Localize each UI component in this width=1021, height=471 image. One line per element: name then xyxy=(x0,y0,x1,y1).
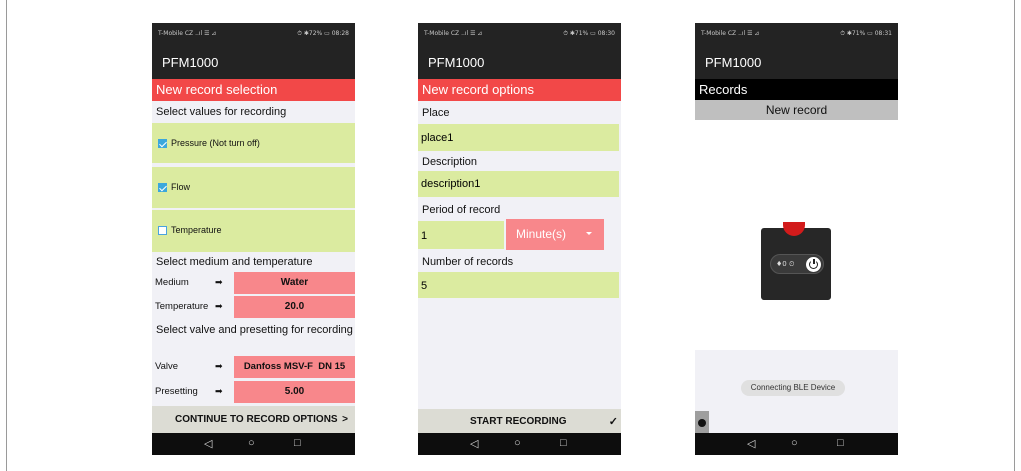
toast-area: Connecting BLE Device xyxy=(695,353,898,411)
status-bar: T-Mobile CZ ..ıl ☰ ⊿ ⏱ ✱71% ▭ 08:31 xyxy=(695,23,898,43)
arrow-right-icon: ➡ xyxy=(215,386,223,396)
screen-header: New record options xyxy=(418,79,621,101)
screen-header: Records xyxy=(695,79,898,100)
checkbox-pressure[interactable]: Pressure (Not turn off) xyxy=(152,123,355,165)
app-bar: PFM1000 xyxy=(695,43,898,79)
number-label: Number of records xyxy=(418,252,621,272)
chevron-right-icon: > xyxy=(342,414,348,425)
recents-icon[interactable]: □ xyxy=(560,437,567,449)
period-input[interactable]: 1 xyxy=(418,221,504,249)
temperature-label: Temperature xyxy=(155,301,209,312)
arrow-right-icon: ➡ xyxy=(215,361,223,371)
app-bar: PFM1000 xyxy=(152,43,355,79)
valve-value[interactable]: Danfoss MSV-F DN 15 xyxy=(234,356,355,378)
checkbox-flow[interactable]: Flow xyxy=(152,167,355,208)
phone-new-record-options: T-Mobile CZ ..ıl ☰ ⊿ ⏱ ✱71% ▭ 08:30 PFM1… xyxy=(418,23,621,455)
device-red-cap xyxy=(783,222,805,236)
medium-row: Medium ➡ Water xyxy=(152,272,355,294)
continue-label: CONTINUE TO RECORD OPTIONS xyxy=(175,414,338,425)
dropdown-arrow-icon xyxy=(586,232,592,235)
app-bar: PFM1000 xyxy=(418,43,621,79)
back-icon[interactable]: ◁ xyxy=(470,437,478,450)
presetting-value[interactable]: 5.00 xyxy=(234,381,355,403)
back-icon[interactable]: ◁ xyxy=(747,437,755,450)
checkbox-unchecked-icon[interactable] xyxy=(158,226,167,236)
power-icon xyxy=(806,257,821,272)
device-indicator-text: ♦0 ⏲ xyxy=(776,260,795,268)
device-button-panel: ♦0 ⏲ xyxy=(770,254,824,274)
description-input[interactable]: description1 xyxy=(418,171,619,197)
bottom-strip xyxy=(695,411,898,433)
app-title: PFM1000 xyxy=(162,55,219,70)
device-image-area: ♦0 ⏲ xyxy=(695,120,898,350)
medium-label: Medium xyxy=(155,277,189,288)
checkbox-label: Temperature xyxy=(171,225,222,235)
number-input[interactable]: 5 xyxy=(418,272,619,298)
status-bar: T-Mobile CZ ..ıl ☰ ⊿ ⏱ ✱71% ▭ 08:30 xyxy=(418,23,621,43)
back-icon[interactable]: ◁ xyxy=(204,437,212,450)
continue-button[interactable]: CONTINUE TO RECORD OPTIONS > xyxy=(152,406,355,433)
app-title: PFM1000 xyxy=(428,55,485,70)
home-icon[interactable]: ○ xyxy=(514,437,521,449)
recents-icon[interactable]: □ xyxy=(837,437,844,449)
start-recording-button[interactable]: START RECORDING ✓ xyxy=(418,409,621,434)
arrow-right-icon: ➡ xyxy=(215,277,223,287)
status-battery-time: ⏱ ✱71% ▭ 08:31 xyxy=(840,30,892,37)
presetting-row: Presetting ➡ 5.00 xyxy=(152,381,355,403)
valve-section-label: Select valve and presetting for recordin… xyxy=(152,321,355,353)
valve-label: Valve xyxy=(155,361,179,372)
check-icon: ✓ xyxy=(608,416,618,428)
connecting-toast: Connecting BLE Device xyxy=(741,380,845,396)
valve-row: Valve ➡ Danfoss MSV-F DN 15 xyxy=(152,356,355,378)
status-battery-time: ⏱ ✱71% ▭ 08:30 xyxy=(563,30,615,37)
checkbox-checked-icon[interactable] xyxy=(158,183,167,193)
status-carrier: T-Mobile CZ ..ıl ☰ ⊿ xyxy=(701,30,760,37)
presetting-label: Presetting xyxy=(155,386,198,397)
checkbox-label: Pressure (Not turn off) xyxy=(171,138,260,148)
status-bar: T-Mobile CZ ..ıl ☰ ⊿ ⏱ ✱72% ▭ 08:28 xyxy=(152,23,355,43)
place-label: Place xyxy=(418,103,621,123)
checkbox-label: Flow xyxy=(171,182,191,192)
arrow-right-icon: ➡ xyxy=(215,301,223,311)
status-side-tab xyxy=(695,411,709,433)
temperature-row: Temperature ➡ 20.0 xyxy=(152,296,355,318)
status-carrier: T-Mobile CZ ..ıl ☰ ⊿ xyxy=(158,30,217,37)
screen-header: New record selection xyxy=(152,79,355,101)
new-record-button[interactable]: New record xyxy=(695,100,898,120)
home-icon[interactable]: ○ xyxy=(248,437,255,449)
period-unit-select[interactable]: Minute(s) xyxy=(506,219,604,250)
medium-value[interactable]: Water xyxy=(234,272,355,294)
clock-icon xyxy=(698,419,706,427)
place-input[interactable]: place1 xyxy=(418,124,619,151)
checkbox-temperature[interactable]: Temperature xyxy=(152,210,355,252)
start-recording-label: START RECORDING xyxy=(470,416,567,427)
device-image: ♦0 ⏲ xyxy=(761,222,831,300)
status-battery-time: ⏱ ✱72% ▭ 08:28 xyxy=(297,30,349,37)
phone-new-record-selection: T-Mobile CZ ..ıl ☰ ⊿ ⏱ ✱72% ▭ 08:28 PFM1… xyxy=(152,23,355,455)
period-unit-value: Minute(s) xyxy=(516,227,567,241)
home-icon[interactable]: ○ xyxy=(791,437,798,449)
checkbox-checked-icon[interactable] xyxy=(158,139,167,149)
nav-bar: ◁ ○ □ xyxy=(152,433,355,455)
select-values-label: Select values for recording xyxy=(152,101,355,123)
app-title: PFM1000 xyxy=(705,55,762,70)
nav-bar: ◁ ○ □ xyxy=(695,433,898,455)
recents-icon[interactable]: □ xyxy=(294,437,301,449)
phone-records: T-Mobile CZ ..ıl ☰ ⊿ ⏱ ✱71% ▭ 08:31 PFM1… xyxy=(695,23,898,455)
period-label: Period of record xyxy=(418,200,621,220)
nav-bar: ◁ ○ □ xyxy=(418,433,621,455)
description-label: Description xyxy=(418,153,621,171)
temperature-value[interactable]: 20.0 xyxy=(234,296,355,318)
status-carrier: T-Mobile CZ ..ıl ☰ ⊿ xyxy=(424,30,483,37)
medium-section-label: Select medium and temperature xyxy=(152,253,355,271)
